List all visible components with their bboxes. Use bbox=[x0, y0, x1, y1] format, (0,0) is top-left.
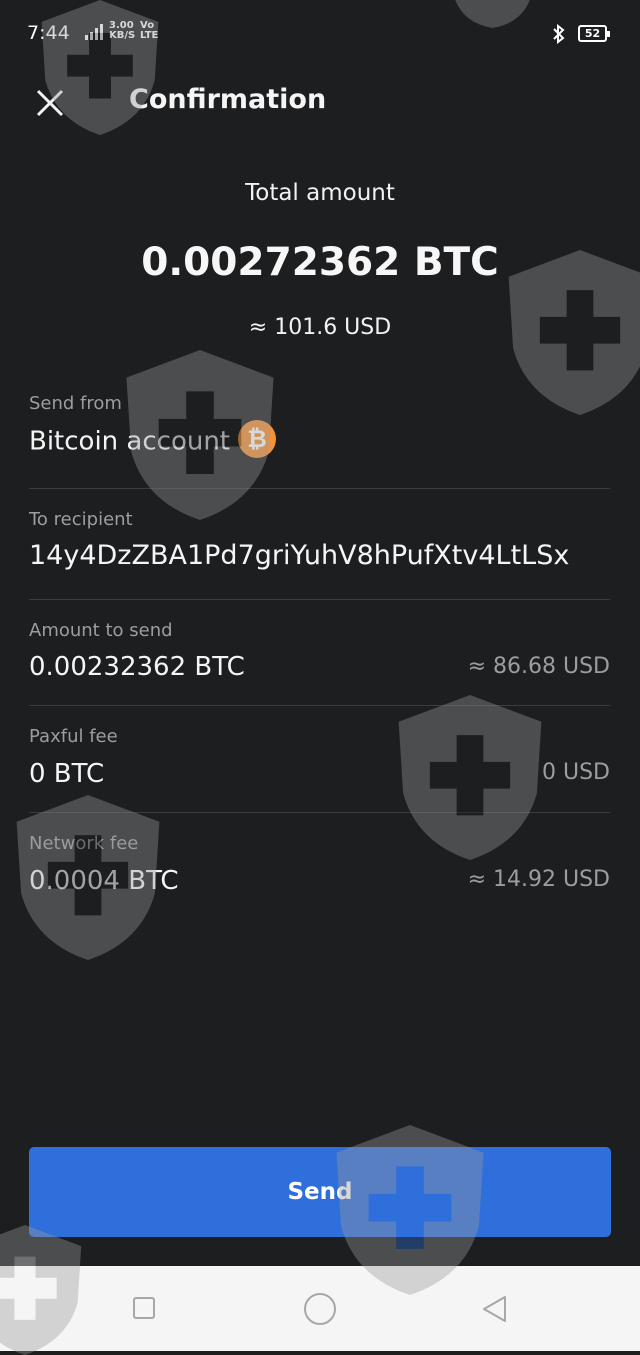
divider bbox=[29, 488, 610, 489]
paxful-fee-label: Paxful fee bbox=[29, 726, 118, 747]
home-icon[interactable] bbox=[304, 1293, 336, 1325]
system-nav-bar bbox=[0, 1266, 640, 1351]
amount-row: Amount to send 0.00232362 BTC ≈ 86.68 US… bbox=[0, 617, 640, 705]
speed-unit: KB/S bbox=[109, 30, 136, 41]
total-amount-btc: 0.00272362 BTC bbox=[141, 240, 499, 285]
send-from-row: Send from Bitcoin account ₿ bbox=[0, 390, 640, 488]
recipient-label: To recipient bbox=[29, 509, 133, 530]
recipient-row: To recipient 14y4DzZBA1Pd7griYuhV8hPufXt… bbox=[0, 506, 640, 598]
signal-icon bbox=[83, 24, 105, 45]
bitcoin-icon: ₿ bbox=[238, 420, 277, 458]
total-amount-usd: ≈ 101.6 USD bbox=[248, 315, 392, 340]
network-speed: 3.00 KB/S bbox=[109, 21, 135, 41]
total-amount-label: Total amount bbox=[245, 180, 395, 206]
divider bbox=[29, 812, 610, 813]
network-fee-row: Network fee 0.0004 BTC ≈ 14.92 USD bbox=[0, 830, 640, 910]
send-button[interactable]: Send bbox=[29, 1147, 611, 1237]
bluetooth-icon bbox=[551, 23, 567, 49]
divider bbox=[29, 705, 610, 706]
status-time: 7:44 bbox=[27, 22, 70, 44]
send-from-value: Bitcoin account ₿ bbox=[29, 420, 277, 461]
divider bbox=[29, 599, 610, 600]
page-title: Confirmation bbox=[129, 84, 327, 115]
battery-icon: 52 bbox=[578, 25, 610, 42]
volte-bottom: LTE bbox=[140, 30, 159, 41]
header: Confirmation bbox=[0, 78, 640, 128]
status-bar: 7:44 3.00 KB/S Vo LTE 52 bbox=[0, 0, 640, 68]
close-icon bbox=[36, 89, 64, 117]
amount-usd: ≈ 86.68 USD bbox=[467, 654, 610, 679]
network-fee-label: Network fee bbox=[29, 833, 139, 854]
send-from-label: Send from bbox=[29, 393, 122, 414]
amount-label: Amount to send bbox=[29, 620, 173, 641]
network-fee-usd: ≈ 14.92 USD bbox=[467, 867, 610, 892]
paxful-fee-btc: 0 BTC bbox=[29, 759, 105, 789]
volte-indicator: Vo LTE bbox=[140, 21, 158, 41]
recent-apps-icon[interactable] bbox=[133, 1297, 155, 1319]
send-from-account: Bitcoin account bbox=[29, 426, 231, 457]
paxful-fee-usd: 0 USD bbox=[542, 760, 610, 785]
network-fee-btc: 0.0004 BTC bbox=[29, 866, 179, 896]
close-button[interactable] bbox=[30, 82, 70, 122]
amount-btc: 0.00232362 BTC bbox=[29, 652, 245, 682]
back-icon[interactable] bbox=[480, 1294, 510, 1328]
recipient-address: 14y4DzZBA1Pd7griYuhV8hPufXtv4LtLSx bbox=[29, 540, 570, 571]
paxful-fee-row: Paxful fee 0 BTC 0 USD bbox=[0, 723, 640, 811]
